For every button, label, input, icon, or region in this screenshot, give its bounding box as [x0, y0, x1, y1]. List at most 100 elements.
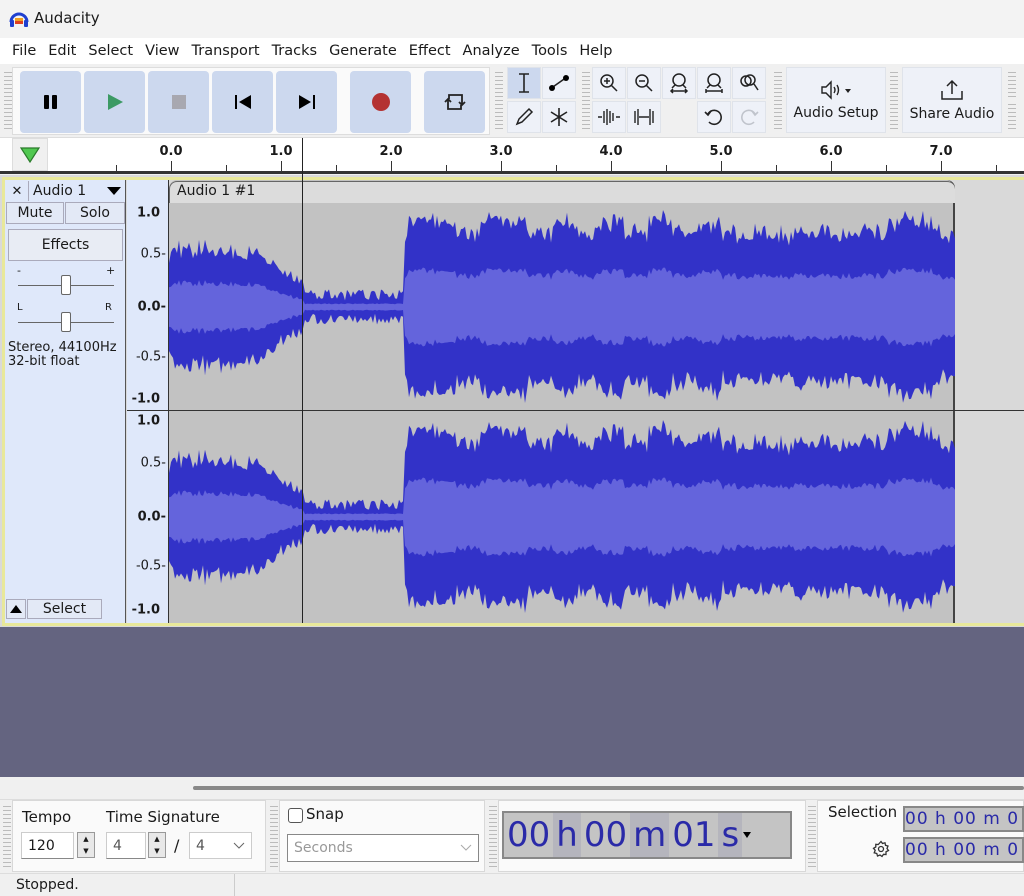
select-track-button[interactable]: Select	[27, 599, 102, 619]
trim-icon	[598, 109, 620, 125]
menu-transport[interactable]: Transport	[186, 43, 266, 59]
menu-tracks[interactable]: Tracks	[266, 43, 324, 59]
scale-label: 0.0-	[137, 299, 166, 315]
ruler-minor-tick	[226, 165, 227, 171]
menu-generate[interactable]: Generate	[323, 43, 403, 59]
track-menu-button[interactable]: Audio 1	[28, 181, 125, 201]
spin-down-icon[interactable]: ▼	[78, 845, 94, 857]
envelope-icon	[549, 75, 569, 91]
undo-button[interactable]	[697, 101, 731, 133]
timer-minutes: 00	[583, 815, 628, 855]
menu-select[interactable]: Select	[82, 43, 139, 59]
skip-to-start-button[interactable]	[212, 71, 273, 133]
menu-edit[interactable]: Edit	[42, 43, 82, 59]
selection-tool[interactable]	[507, 67, 541, 99]
fit-project-button[interactable]	[697, 67, 731, 99]
share-icon	[941, 79, 963, 100]
empty-track-region[interactable]	[956, 180, 1024, 623]
zoom-in-button[interactable]	[592, 67, 626, 99]
record-button[interactable]	[350, 71, 411, 133]
share-audio-button[interactable]: Share Audio	[902, 67, 1002, 133]
tempo-input[interactable]: 120	[21, 832, 74, 859]
toolbar-grip[interactable]	[582, 72, 590, 130]
timeline-ruler[interactable]: 0.0 1.0 2.0 3.0 4.0 5.0 6.0 7.0	[0, 138, 1024, 174]
toolbar-grip[interactable]	[4, 72, 12, 130]
timer-format-dropdown-icon[interactable]	[742, 831, 752, 839]
close-track-button[interactable]: ✕	[6, 181, 28, 201]
pencil-icon	[515, 107, 534, 126]
menu-effect[interactable]: Effect	[403, 43, 457, 59]
redo-button[interactable]	[732, 101, 766, 133]
ruler-minor-tick	[996, 165, 997, 171]
toolbar-grip[interactable]	[890, 72, 898, 130]
zoom-out-button[interactable]	[627, 67, 661, 99]
effects-button[interactable]: Effects	[8, 229, 123, 261]
envelope-tool[interactable]	[542, 67, 576, 99]
trim-audio-button[interactable]	[592, 101, 626, 133]
collapse-track-button[interactable]	[6, 599, 26, 619]
time-signature-label: Time Signature	[106, 808, 220, 826]
tempo-stepper[interactable]: ▲ ▼	[77, 832, 95, 858]
time-sig-numerator-input[interactable]: 4	[106, 832, 146, 859]
time-sig-denominator-select[interactable]: 4	[189, 832, 252, 859]
fit-selection-button[interactable]	[662, 67, 696, 99]
empty-project-area[interactable]	[0, 627, 1024, 777]
toolbar-grip[interactable]	[1008, 104, 1016, 130]
ruler-tick	[281, 161, 282, 171]
time-sig-stepper[interactable]: ▲ ▼	[148, 832, 166, 858]
solo-button[interactable]: Solo	[65, 202, 125, 224]
pause-button[interactable]	[20, 71, 81, 133]
menu-view[interactable]: View	[139, 43, 185, 59]
toolbar-grip[interactable]	[495, 72, 503, 130]
spin-up-icon[interactable]: ▲	[149, 833, 165, 845]
horizontal-scrollbar[interactable]	[193, 786, 1024, 790]
selection-start-timer[interactable]: 00 h 00 m 0	[903, 806, 1024, 832]
ruler-tick-label: 6.0	[819, 144, 843, 159]
mute-button[interactable]: Mute	[6, 202, 64, 224]
selection-settings-button[interactable]	[867, 836, 895, 862]
waveform[interactable]	[169, 180, 955, 623]
zoom-toggle-icon	[740, 74, 759, 91]
selection-end-timer[interactable]: 00 h 00 m 0	[903, 837, 1024, 863]
menu-analyze[interactable]: Analyze	[457, 43, 526, 59]
chevron-down-icon	[233, 842, 245, 849]
toolbar-grip[interactable]	[3, 806, 11, 868]
audio-position-timer[interactable]: 00 h 00 m 01 s	[502, 811, 792, 859]
pan-slider[interactable]	[61, 312, 71, 332]
edit-cursor	[302, 138, 303, 623]
silence-audio-button[interactable]	[627, 101, 661, 133]
skip-to-end-button[interactable]	[276, 71, 337, 133]
loop-button[interactable]	[424, 71, 485, 133]
toolbar-grip[interactable]	[489, 806, 497, 868]
ruler-tick-label: 5.0	[709, 144, 733, 159]
redo-icon	[741, 109, 759, 126]
menu-file[interactable]: File	[6, 43, 42, 59]
toolbar-grip[interactable]	[774, 72, 782, 130]
timer-h-unit: h	[553, 813, 581, 857]
snap-unit-select[interactable]: Seconds	[287, 834, 479, 862]
play-button[interactable]	[84, 71, 145, 133]
audio-setup-button[interactable]: Audio Setup	[786, 67, 886, 133]
toolbar-grip[interactable]	[1008, 72, 1016, 98]
zoom-fit-icon	[705, 73, 723, 93]
loop-icon	[443, 94, 466, 110]
spin-down-icon[interactable]: ▼	[149, 845, 165, 857]
clip-header[interactable]	[169, 181, 955, 203]
toolbar-grip[interactable]	[808, 806, 816, 868]
vertical-scale[interactable]: 1.0 0.5- 0.0- -0.5- -1.0 1.0 0.5- 0.0- -…	[127, 180, 169, 623]
zoom-toggle-button[interactable]	[732, 67, 766, 99]
stop-button[interactable]	[148, 71, 209, 133]
chevron-down-icon	[460, 844, 472, 851]
snap-checkbox[interactable]	[288, 808, 303, 823]
play-head-button[interactable]	[12, 138, 48, 171]
audio-clip[interactable]	[169, 180, 955, 623]
gain-slider[interactable]	[61, 275, 71, 295]
toolbar-grip[interactable]	[270, 806, 278, 868]
multi-tool[interactable]	[542, 101, 576, 133]
play-icon	[107, 94, 123, 110]
draw-tool[interactable]	[507, 101, 541, 133]
menu-tools[interactable]: Tools	[526, 43, 574, 59]
ruler-tick	[941, 161, 942, 171]
spin-up-icon[interactable]: ▲	[78, 833, 94, 845]
menu-help[interactable]: Help	[573, 43, 618, 59]
